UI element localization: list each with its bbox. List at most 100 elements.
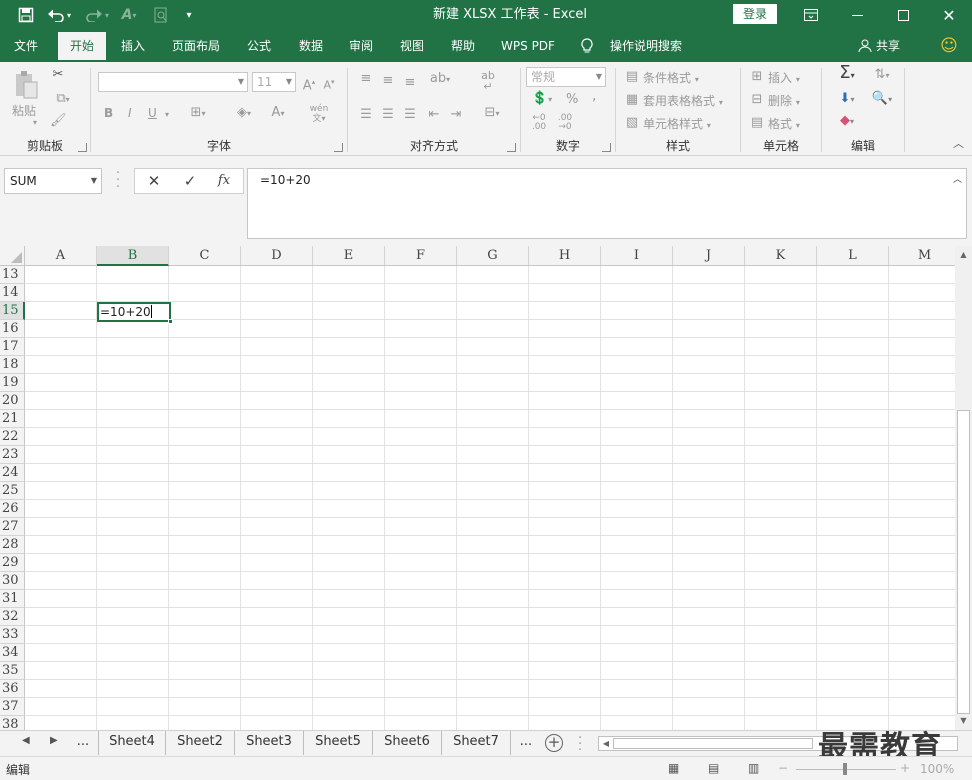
tab-help[interactable]: 帮助: [442, 30, 484, 62]
sheet-tab[interactable]: Sheet3: [235, 731, 304, 755]
row-header-24[interactable]: 24: [0, 464, 25, 482]
share-button[interactable]: 共享: [876, 30, 906, 62]
insert-cells-icon[interactable]: ⊞: [750, 70, 764, 84]
scroll-down-icon[interactable]: ▼: [958, 716, 969, 725]
cell-styles-icon[interactable]: ▧: [625, 116, 639, 130]
print-preview-icon[interactable]: [150, 0, 172, 30]
tab-insert[interactable]: 插入: [112, 30, 154, 62]
column-header-f[interactable]: F: [385, 246, 457, 266]
font-launcher-icon[interactable]: [334, 143, 343, 152]
ribbon-display-icon[interactable]: [788, 0, 834, 30]
merge-center-icon[interactable]: ⊟▾: [477, 106, 507, 121]
decrease-indent-icon[interactable]: ⇤: [425, 108, 443, 122]
row-header-32[interactable]: 32: [0, 608, 25, 626]
font-grow-icon[interactable]: A▴: [302, 75, 316, 93]
zoom-out-icon[interactable]: −: [778, 761, 788, 775]
save-icon[interactable]: [14, 0, 38, 30]
minimize-icon[interactable]: [834, 0, 880, 30]
tab-page-layout[interactable]: 页面布局: [164, 30, 228, 62]
font-color-button-icon[interactable]: A▾: [266, 106, 290, 121]
align-bottom-icon[interactable]: ≡: [401, 76, 419, 90]
normal-view-icon[interactable]: ▦: [668, 761, 679, 775]
sheet-tab[interactable]: Sheet5: [304, 731, 373, 755]
column-header-i[interactable]: I: [601, 246, 673, 266]
font-color-icon[interactable]: A ▾: [116, 0, 142, 30]
increase-decimal-icon[interactable]: ←0.00: [528, 114, 550, 132]
column-header-l[interactable]: L: [817, 246, 889, 266]
column-header-g[interactable]: G: [457, 246, 529, 266]
cut-icon[interactable]: ✂: [50, 68, 66, 82]
tab-home[interactable]: 开始: [58, 32, 106, 62]
underline-dropdown-icon[interactable]: ▾: [162, 108, 172, 122]
row-header-34[interactable]: 34: [0, 644, 25, 662]
row-header-25[interactable]: 25: [0, 482, 25, 500]
redo-icon[interactable]: ▾: [82, 0, 112, 30]
font-shrink-icon[interactable]: A▾: [322, 75, 336, 93]
table-format-icon[interactable]: ▦: [625, 93, 639, 107]
row-header-20[interactable]: 20: [0, 392, 25, 410]
row-header-13[interactable]: 13: [0, 266, 25, 284]
paste-dropdown-icon[interactable]: ▾: [30, 116, 40, 130]
comma-style-button[interactable]: ,: [592, 88, 596, 104]
underline-button[interactable]: U: [148, 106, 157, 120]
column-header-j[interactable]: J: [673, 246, 745, 266]
tab-view[interactable]: 视图: [391, 30, 433, 62]
sheet-tab[interactable]: Sheet7: [442, 731, 511, 755]
tab-split-grip-icon[interactable]: · · ·: [578, 732, 582, 757]
row-header-29[interactable]: 29: [0, 554, 25, 572]
undo-icon[interactable]: ▾: [44, 0, 74, 30]
clear-icon[interactable]: ◆▾: [831, 114, 863, 129]
page-layout-view-icon[interactable]: ▤: [708, 761, 719, 775]
column-header-k[interactable]: K: [745, 246, 817, 266]
decrease-decimal-icon[interactable]: .00 →0: [554, 114, 576, 132]
number-launcher-icon[interactable]: [602, 143, 611, 152]
collapse-formula-bar-icon[interactable]: ︿: [953, 172, 962, 185]
column-header-b[interactable]: B: [97, 246, 169, 266]
row-header-31[interactable]: 31: [0, 590, 25, 608]
format-cells-icon[interactable]: ▤: [750, 116, 764, 130]
column-header-h[interactable]: H: [529, 246, 601, 266]
row-header-15[interactable]: 15: [0, 302, 25, 320]
align-right-icon[interactable]: ☰: [401, 108, 419, 122]
row-header-18[interactable]: 18: [0, 356, 25, 374]
close-icon[interactable]: ✕: [926, 0, 972, 30]
sheet-overflow-right[interactable]: ...: [511, 731, 541, 755]
align-middle-icon[interactable]: ≡: [379, 74, 397, 88]
row-header-14[interactable]: 14: [0, 284, 25, 302]
worksheet-grid[interactable]: A B C D E F G H I J K L M 13 14 15 16 17 18 19 20 21 22 23 24 25 2…: [0, 246, 955, 730]
fill-color-icon[interactable]: ◈▾: [230, 106, 258, 121]
increase-indent-icon[interactable]: ⇥: [447, 108, 465, 122]
row-header-26[interactable]: 26: [0, 500, 25, 518]
sheet-prev-icon[interactable]: ◀: [22, 735, 30, 746]
align-left-icon[interactable]: ☰: [357, 108, 375, 122]
conditional-format-icon[interactable]: ▤: [625, 70, 639, 84]
format-painter-icon[interactable]: 🖌: [50, 114, 67, 128]
row-header-19[interactable]: 19: [0, 374, 25, 392]
row-header-16[interactable]: 16: [0, 320, 25, 338]
delete-cells-icon[interactable]: ⊟: [750, 93, 764, 107]
fill-down-icon[interactable]: ⬇▾: [831, 92, 863, 107]
paste-icon[interactable]: [12, 70, 40, 100]
sheet-overflow-left[interactable]: ...: [68, 731, 98, 755]
row-header-37[interactable]: 37: [0, 698, 25, 716]
percent-style-button[interactable]: %: [566, 92, 578, 107]
row-header-28[interactable]: 28: [0, 536, 25, 554]
zoom-in-icon[interactable]: +: [900, 761, 910, 775]
row-header-36[interactable]: 36: [0, 680, 25, 698]
vertical-scrollbar[interactable]: ▲ ▼: [955, 246, 972, 730]
login-button[interactable]: 登录: [733, 4, 777, 24]
phonetic-icon[interactable]: wén 文▾: [306, 104, 332, 124]
orientation-icon[interactable]: ab▾: [427, 72, 453, 87]
accounting-format-icon[interactable]: 💲▾: [528, 92, 556, 107]
format-cells-button[interactable]: 格式 ▾: [768, 115, 800, 132]
tab-file[interactable]: 文件: [6, 30, 46, 62]
alignment-launcher-icon[interactable]: [507, 143, 516, 152]
format-as-table-button[interactable]: 套用表格格式 ▾: [643, 92, 723, 109]
row-header-30[interactable]: 30: [0, 572, 25, 590]
add-sheet-icon[interactable]: +: [545, 734, 563, 752]
align-center-icon[interactable]: ☰: [379, 108, 397, 122]
row-header-33[interactable]: 33: [0, 626, 25, 644]
row-header-35[interactable]: 35: [0, 662, 25, 680]
column-header-e[interactable]: E: [313, 246, 385, 266]
font-size-dropdown[interactable]: 11 ▼: [252, 72, 296, 92]
